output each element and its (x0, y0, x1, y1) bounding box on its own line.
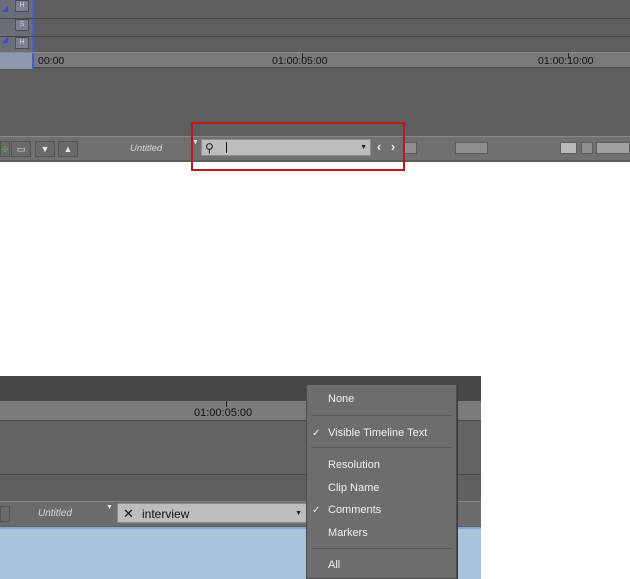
check-icon: ✓ (312, 428, 321, 439)
track-divider (0, 18, 630, 19)
toolbar-button[interactable] (0, 506, 10, 522)
ruler-timecode: 00:00 (38, 55, 65, 67)
arrow-up-icon[interactable]: ▲ (58, 141, 78, 157)
sequence-name[interactable]: Untitled (38, 508, 72, 519)
menu-item-clip-name[interactable]: Clip Name (328, 482, 379, 494)
menu-separator (311, 548, 452, 549)
track-divider (0, 36, 630, 37)
menu-item-resolution[interactable]: Resolution (328, 459, 380, 471)
sequence-name[interactable]: Untitled (130, 143, 162, 154)
menu-item-all[interactable]: All (328, 559, 340, 571)
find-options-chevron-down-icon[interactable]: ▼ (295, 510, 302, 517)
timeline-ruler[interactable]: 00:00 01:00:05:00 01:00:10:00 (0, 52, 630, 69)
find-filter-menu: None ✓ Visible Timeline Text Resolution … (306, 384, 457, 579)
track-header: ◢ H S ◢ H (0, 0, 34, 58)
track-patch-icon[interactable]: ◢ (2, 36, 10, 44)
zoom-slider[interactable] (596, 142, 630, 154)
monitor-icon[interactable]: ▭ (11, 141, 31, 157)
ruler-corner (0, 53, 34, 69)
sequence-menu-chevron-icon[interactable]: ▼ (106, 504, 113, 511)
menu-item-visible-timeline-text[interactable]: Visible Timeline Text (328, 427, 427, 439)
track-button[interactable]: H (15, 37, 29, 49)
track-button[interactable]: H (15, 0, 29, 12)
find-input-value[interactable]: interview (142, 507, 189, 521)
menu-item-markers[interactable]: Markers (328, 527, 368, 539)
menu-item-none[interactable]: None (328, 393, 354, 405)
ruler-timecode: 01:00:05:00 (194, 407, 253, 419)
zoom-box-icon[interactable] (560, 142, 577, 154)
track-patch-icon[interactable]: ◢ (2, 5, 10, 13)
screenshot-stage: ◢ H S ◢ H 00:00 01:00:05:00 01:00:10:00 … (0, 0, 630, 579)
ruler-timecode: 01:00:05:00 (272, 55, 328, 67)
menu-item-comments[interactable]: Comments (328, 504, 381, 516)
clear-close-icon[interactable]: ✕ (123, 505, 134, 523)
track-toggle-icon[interactable] (404, 142, 417, 154)
menu-separator (311, 415, 452, 416)
check-icon: ✓ (312, 505, 321, 516)
link-icon[interactable]: ⊹ (0, 141, 10, 157)
track-button[interactable]: S (15, 19, 29, 31)
find-field-highlight (191, 122, 405, 171)
ruler-tick (226, 401, 227, 407)
ruler-timecode: 01:00:10:00 (538, 55, 594, 67)
scroll-thumb[interactable] (455, 142, 488, 154)
arrow-down-icon[interactable]: ▼ (35, 141, 55, 157)
scroll-left-icon[interactable] (581, 142, 593, 154)
menu-separator (311, 447, 452, 448)
find-field[interactable]: ✕ interview ▼ (117, 503, 307, 523)
